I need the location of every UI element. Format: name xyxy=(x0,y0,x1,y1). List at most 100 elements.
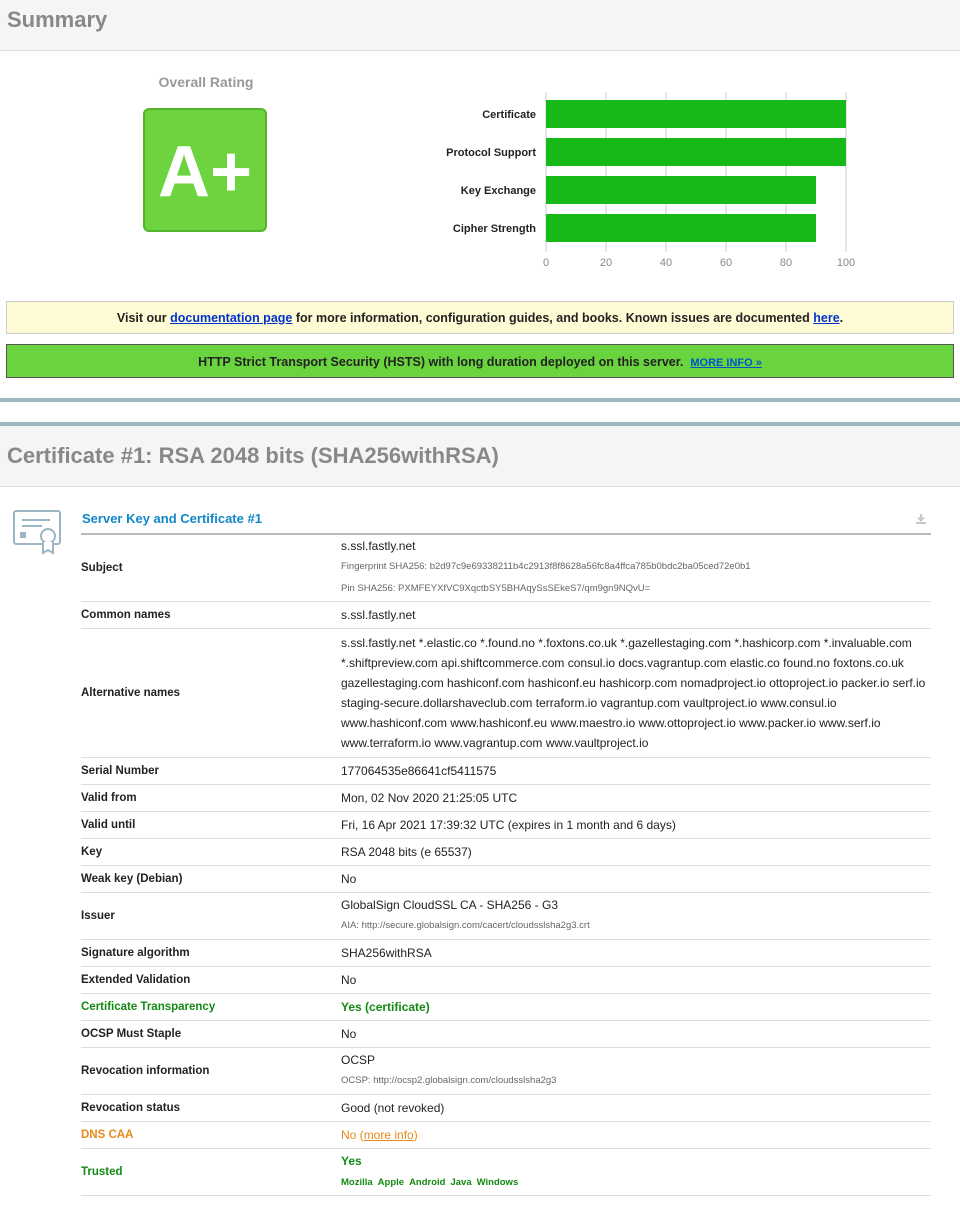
row-sub-detail: Pin SHA256: PXMFEYXfVC9XqctbSY5BHAqySsSE… xyxy=(341,583,651,595)
summary-title: Summary xyxy=(7,7,108,32)
chart-bar xyxy=(546,176,816,204)
dns-caa-more-info-link[interactable]: more info xyxy=(364,1128,414,1142)
chart-x-tick-label: 40 xyxy=(660,257,672,269)
row-value-main: No xyxy=(341,970,931,990)
row-label: Alternative names xyxy=(81,628,341,758)
row-value: s.ssl.fastly.net xyxy=(341,601,931,629)
trust-store-mozilla[interactable]: Mozilla xyxy=(341,1177,373,1188)
trust-store-java[interactable]: Java xyxy=(450,1177,471,1188)
row-value: s.ssl.fastly.net Fingerprint SHA256: b2d9… xyxy=(341,536,931,602)
row-value-text: No xyxy=(341,1127,357,1142)
row-label: Revocation status xyxy=(81,1094,341,1122)
row-value-text: No xyxy=(341,1026,357,1041)
table-row: Issuer GlobalSign CloudSSL CA - SHA256 - … xyxy=(81,892,931,940)
table-row: Weak key (Debian) No xyxy=(81,865,931,893)
hsts-text: HTTP Strict Transport Security (HSTS) wi… xyxy=(198,355,684,369)
table-row: DNS CAA No (more info) xyxy=(81,1121,931,1149)
doc-notice-suffix: . xyxy=(839,311,844,325)
row-value-main: SHA256withRSA xyxy=(341,943,931,963)
row-value: No xyxy=(341,1020,931,1048)
trust-store-android[interactable]: Android xyxy=(409,1177,445,1188)
row-value-main: s.ssl.fastly.net *.elastic.co *.found.no… xyxy=(341,633,931,753)
chart-category-label: Cipher Strength xyxy=(453,223,536,235)
row-value-text: Yes (certificate) xyxy=(341,999,430,1014)
row-label: Signature algorithm xyxy=(81,939,341,967)
row-value-main: Mon, 02 Nov 2020 21:25:05 UTC xyxy=(341,788,931,808)
table-row: Valid from Mon, 02 Nov 2020 21:25:05 UTC xyxy=(81,784,931,812)
table-row: Trusted Yes Mozilla Apple Android Java Windows xyxy=(81,1148,931,1196)
table-row: Signature algorithm SHA256withRSA xyxy=(81,939,931,967)
row-value-text: RSA 2048 bits (e 65537) xyxy=(341,844,472,859)
trust-store-apple[interactable]: Apple xyxy=(378,1177,404,1188)
table-row: Valid until Fri, 16 Apr 2021 17:39:32 UTC… xyxy=(81,811,931,839)
row-label: Serial Number xyxy=(81,757,341,785)
row-label: Revocation information xyxy=(81,1047,341,1095)
row-label: Weak key (Debian) xyxy=(81,865,341,893)
row-label: Valid from xyxy=(81,784,341,812)
row-value-text: 177064535e86641cf5411575 xyxy=(341,763,497,778)
row-value: OCSP OCSP: http://ocsp2.globalsign.com/cl… xyxy=(341,1047,931,1095)
row-value-text: OCSP xyxy=(341,1052,376,1067)
row-value-text: s.ssl.fastly.net *.elastic.co *.found.no… xyxy=(341,635,926,750)
row-value: No (more info) xyxy=(341,1121,931,1149)
chart-category-label: Certificate xyxy=(482,109,536,121)
row-value-main: GlobalSign CloudSSL CA - SHA256 - G3 xyxy=(341,895,931,915)
row-value-main: No xyxy=(341,1024,931,1044)
rating-bar-chart: 0 20 40 60 80 100 Certificate Protocol Support K… xyxy=(446,92,855,269)
chart-category-label: Key Exchange xyxy=(461,185,536,197)
row-label: OCSP Must Staple xyxy=(81,1020,341,1048)
chart-x-tick-label: 0 xyxy=(543,257,549,269)
row-value: s.ssl.fastly.net *.elastic.co *.found.no… xyxy=(341,628,931,758)
documentation-link[interactable]: documentation page xyxy=(170,311,292,325)
chart-x-tick-label: 60 xyxy=(720,257,732,269)
row-label: DNS CAA xyxy=(81,1121,341,1149)
table-row: Revocation status Good (not revoked) xyxy=(81,1094,931,1122)
row-label: Trusted xyxy=(81,1148,341,1196)
row-value: Good (not revoked) xyxy=(341,1094,931,1122)
row-label: Certificate Transparency xyxy=(81,993,341,1021)
table-row: OCSP Must Staple No xyxy=(81,1020,931,1048)
chart-bar xyxy=(546,100,846,128)
table-row: Common names s.ssl.fastly.net xyxy=(81,601,931,629)
row-value-main: s.ssl.fastly.net xyxy=(341,605,931,625)
chart-x-tick-label: 100 xyxy=(837,257,855,269)
row-value: Mon, 02 Nov 2020 21:25:05 UTC xyxy=(341,784,931,812)
row-value-text: s.ssl.fastly.net xyxy=(341,607,416,622)
trust-store-windows[interactable]: Windows xyxy=(477,1177,519,1188)
row-value-text: Mon, 02 Nov 2020 21:25:05 UTC xyxy=(341,790,518,805)
row-value-main: Fri, 16 Apr 2021 17:39:32 UTC (expires i… xyxy=(341,815,931,835)
certificate-title: Certificate #1: RSA 2048 bits (SHA256wit… xyxy=(7,443,499,468)
row-value-main: Yes xyxy=(341,1151,931,1171)
panel-title-text: Server Key and Certificate #1 xyxy=(82,511,262,526)
row-sub-detail: AIA: http://secure.globalsign.com/cacert… xyxy=(341,919,590,931)
row-value-text: Yes xyxy=(341,1153,362,1168)
row-value: RSA 2048 bits (e 65537) xyxy=(341,838,931,866)
documentation-notice: Visit our documentation page for more in… xyxy=(6,301,954,334)
chart-x-tick-label: 80 xyxy=(780,257,792,269)
doc-notice-middle: for more information, configuration guid… xyxy=(292,311,814,325)
row-value: No xyxy=(341,865,931,893)
row-value-text: Good (not revoked) xyxy=(341,1100,445,1115)
hsts-more-info-link[interactable]: MORE INFO » xyxy=(690,357,762,369)
download-icon[interactable] xyxy=(915,513,927,525)
row-value-main: 177064535e86641cf5411575 xyxy=(341,761,931,781)
row-value: GlobalSign CloudSSL CA - SHA256 - G3 AIA:… xyxy=(341,892,931,940)
certificate-icon xyxy=(13,510,61,555)
table-row: Certificate Transparency Yes (certificate… xyxy=(81,993,931,1021)
row-value: 177064535e86641cf5411575 xyxy=(341,757,931,785)
row-value-text: SHA256withRSA xyxy=(341,945,432,960)
row-value-text: Fri, 16 Apr 2021 17:39:32 UTC (expires i… xyxy=(341,817,676,832)
row-value: SHA256withRSA xyxy=(341,939,931,967)
row-label: Extended Validation xyxy=(81,966,341,994)
certificate-header: Certificate #1: RSA 2048 bits (SHA256wit… xyxy=(0,426,960,487)
row-sub-detail: OCSP: http://ocsp2.globalsign.com/clouds… xyxy=(341,1074,557,1086)
table-row: Extended Validation No xyxy=(81,966,931,994)
doc-notice-prefix: Visit our xyxy=(116,311,171,325)
chart-x-tick-label: 20 xyxy=(600,257,612,269)
known-issues-link[interactable]: here xyxy=(813,311,839,325)
row-value-main: No (more info) xyxy=(341,1127,418,1142)
row-value: Yes Mozilla Apple Android Java Windows xyxy=(341,1148,931,1196)
table-row: Revocation information OCSP OCSP: http://o… xyxy=(81,1047,931,1095)
row-value-main: Yes (certificate) xyxy=(341,997,931,1017)
table-row: Key RSA 2048 bits (e 65537) xyxy=(81,838,931,866)
